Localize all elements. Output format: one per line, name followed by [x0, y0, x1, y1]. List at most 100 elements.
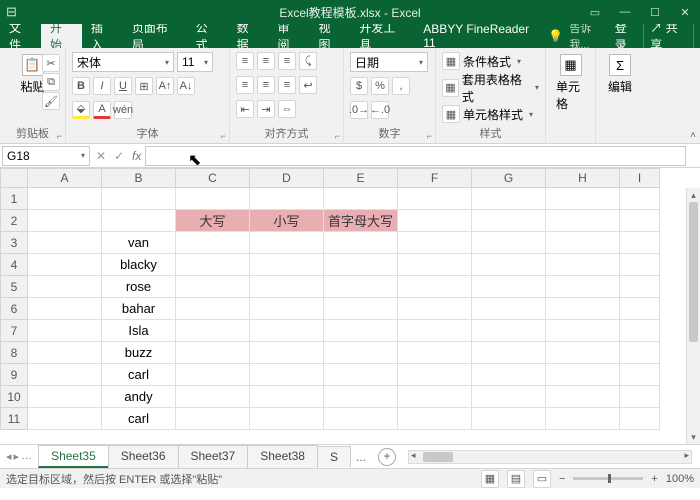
formula-bar[interactable]	[145, 146, 686, 166]
sheet-tab-Sheet36[interactable]: Sheet36	[108, 445, 179, 468]
cell-D10[interactable]	[250, 386, 324, 408]
tab-7[interactable]: 开发工具	[350, 24, 414, 48]
zoom-level[interactable]: 100%	[666, 473, 694, 485]
collapse-ribbon-icon[interactable]: ˄	[690, 130, 696, 141]
cell-H9[interactable]	[546, 364, 620, 386]
wrap-text-icon[interactable]: ↩	[299, 76, 317, 94]
decrease-indent-icon[interactable]: ⇤	[236, 100, 254, 118]
cell-D8[interactable]	[250, 342, 324, 364]
cell-C6[interactable]	[176, 298, 250, 320]
cell-F10[interactable]	[398, 386, 472, 408]
tab-1[interactable]: 插入	[82, 24, 123, 48]
cell-G9[interactable]	[472, 364, 546, 386]
increase-font-icon[interactable]: A↑	[156, 77, 174, 95]
cell-A6[interactable]	[28, 298, 102, 320]
percent-icon[interactable]: %	[371, 77, 389, 95]
sheet-overflow[interactable]: ...	[350, 450, 372, 464]
sheet-tab-Sheet38[interactable]: Sheet38	[247, 445, 318, 468]
font-name-select[interactable]: 宋体▾	[72, 52, 174, 72]
cell-C2[interactable]: 大写	[176, 210, 250, 232]
cell-H7[interactable]	[546, 320, 620, 342]
cell-D4[interactable]	[250, 254, 324, 276]
format-painter-icon[interactable]: 🖌	[42, 92, 60, 110]
col-header-B[interactable]: B	[102, 168, 176, 188]
cell-G2[interactable]	[472, 210, 546, 232]
name-box[interactable]: G18▾	[2, 146, 90, 166]
view-pagebreak-icon[interactable]: ▭	[533, 470, 551, 488]
cell-F4[interactable]	[398, 254, 472, 276]
cell-E5[interactable]	[324, 276, 398, 298]
cell-A7[interactable]	[28, 320, 102, 342]
cell-C4[interactable]	[176, 254, 250, 276]
cut-icon[interactable]: ✂	[42, 54, 60, 72]
cell-E9[interactable]	[324, 364, 398, 386]
help-icon[interactable]: ⊟	[6, 4, 17, 20]
col-header-D[interactable]: D	[250, 168, 324, 188]
minimize-icon[interactable]: —	[610, 0, 640, 24]
cell-A5[interactable]	[28, 276, 102, 298]
cell-B2[interactable]	[102, 210, 176, 232]
cell-B7[interactable]: Isla	[102, 320, 176, 342]
cell-B4[interactable]: blacky	[102, 254, 176, 276]
cell-B11[interactable]: carl	[102, 408, 176, 430]
cell-I9[interactable]	[620, 364, 660, 386]
cell-B10[interactable]: andy	[102, 386, 176, 408]
bold-button[interactable]: B	[72, 77, 90, 95]
cell-I6[interactable]	[620, 298, 660, 320]
font-launcher-icon[interactable]: ⌐	[221, 131, 226, 141]
hscroll-right-icon[interactable]: ▸	[684, 450, 689, 461]
border-button[interactable]: ⊞	[135, 77, 153, 95]
font-size-select[interactable]: 11▾	[177, 52, 213, 72]
number-format-select[interactable]: 日期▾	[350, 52, 428, 72]
col-header-E[interactable]: E	[324, 168, 398, 188]
col-header-I[interactable]: I	[620, 168, 660, 188]
select-all-corner[interactable]	[0, 168, 28, 188]
clipboard-launcher-icon[interactable]: ⌐	[57, 131, 62, 141]
phonetic-button[interactable]: wén	[114, 101, 132, 119]
cell-G11[interactable]	[472, 408, 546, 430]
fx-icon[interactable]: fx	[128, 149, 145, 163]
tell-me-icon[interactable]: 💡	[548, 29, 563, 43]
col-header-H[interactable]: H	[546, 168, 620, 188]
decrease-decimal-icon[interactable]: ←.0	[371, 101, 389, 119]
cell-E3[interactable]	[324, 232, 398, 254]
cell-F11[interactable]	[398, 408, 472, 430]
cell-A2[interactable]	[28, 210, 102, 232]
align-top-icon[interactable]: ≡	[236, 52, 254, 70]
cell-A4[interactable]	[28, 254, 102, 276]
zoom-in-icon[interactable]: +	[651, 473, 657, 485]
cell-E8[interactable]	[324, 342, 398, 364]
row-header-8[interactable]: 8	[0, 342, 28, 364]
cell-I11[interactable]	[620, 408, 660, 430]
increase-indent-icon[interactable]: ⇥	[257, 100, 275, 118]
cell-H11[interactable]	[546, 408, 620, 430]
cell-D5[interactable]	[250, 276, 324, 298]
cell-G4[interactable]	[472, 254, 546, 276]
cell-B5[interactable]: rose	[102, 276, 176, 298]
cell-F1[interactable]	[398, 188, 472, 210]
cell-C7[interactable]	[176, 320, 250, 342]
cell-F6[interactable]	[398, 298, 472, 320]
view-layout-icon[interactable]: ▤	[507, 470, 525, 488]
align-middle-icon[interactable]: ≡	[257, 52, 275, 70]
hscroll-left-icon[interactable]: ◂	[411, 450, 416, 461]
cell-F3[interactable]	[398, 232, 472, 254]
tab-0[interactable]: 开始	[41, 24, 82, 48]
scroll-down-icon[interactable]: ▾	[687, 430, 700, 444]
cell-A1[interactable]	[28, 188, 102, 210]
view-normal-icon[interactable]: ▦	[481, 470, 499, 488]
cell-styles-button[interactable]: ▦单元格样式▾	[442, 105, 539, 123]
cell-I1[interactable]	[620, 188, 660, 210]
col-header-A[interactable]: A	[28, 168, 102, 188]
cell-C5[interactable]	[176, 276, 250, 298]
cell-B3[interactable]: van	[102, 232, 176, 254]
cell-G1[interactable]	[472, 188, 546, 210]
cell-E6[interactable]	[324, 298, 398, 320]
cell-I3[interactable]	[620, 232, 660, 254]
cell-E11[interactable]	[324, 408, 398, 430]
cell-F2[interactable]	[398, 210, 472, 232]
cell-C1[interactable]	[176, 188, 250, 210]
cell-H5[interactable]	[546, 276, 620, 298]
tab-4[interactable]: 数据	[228, 24, 269, 48]
row-header-7[interactable]: 7	[0, 320, 28, 342]
